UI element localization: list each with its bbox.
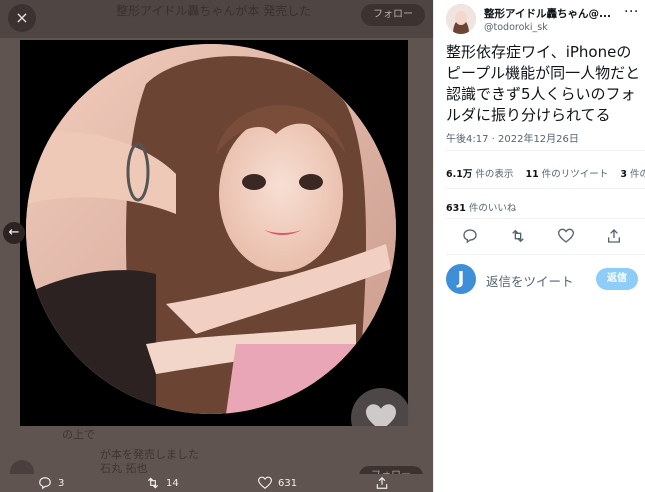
- media-image-frame: [20, 40, 411, 448]
- background-text: 整形アイドル轟ちゃんが本 発売した: [116, 4, 312, 18]
- retweet-icon: [147, 477, 159, 489]
- divider: [446, 150, 645, 151]
- retweet-count: 14: [166, 477, 179, 489]
- views-count: 6.1万: [446, 169, 473, 180]
- retweets-label[interactable]: 件のリツイート: [539, 169, 609, 180]
- photo-illustration: [26, 44, 396, 414]
- heart-outline-icon: [258, 476, 272, 489]
- media-viewer: × 整形アイドル轟ちゃんが本 発売した フォロー ← の上で が本を発売しました…: [0, 0, 433, 492]
- media-action-bar: 3 14 631: [0, 474, 433, 492]
- reply-icon[interactable]: [462, 228, 478, 244]
- quotes-count: 3: [620, 169, 627, 180]
- retweet-button[interactable]: 14: [146, 474, 179, 492]
- tweet-panel: 整形アイドル轟ちゃん@... @todoroki_sk ··· 整形依存症ワイ、…: [433, 0, 645, 492]
- previous-media-button[interactable]: ←: [3, 222, 25, 244]
- tweet-stats: 6.1万 件の表示 11 件のリツイート 3 件の引: [446, 166, 645, 180]
- divider: [446, 218, 645, 219]
- reply-count: 3: [58, 477, 65, 489]
- reply-button[interactable]: 3: [38, 474, 64, 492]
- retweet-icon[interactable]: [510, 228, 526, 244]
- arrow-left-icon: ←: [8, 225, 20, 240]
- share-button[interactable]: [375, 474, 389, 492]
- background-follow-button[interactable]: フォロー: [361, 4, 425, 26]
- author-display-name[interactable]: 整形アイドル轟ちゃん@...: [484, 6, 611, 21]
- share-icon: [376, 476, 388, 489]
- close-viewer-button[interactable]: ×: [8, 4, 36, 32]
- quotes-label[interactable]: 件の引: [627, 169, 645, 180]
- likes-count: 631: [446, 203, 466, 214]
- reply-composer: J 返信をツイート 返信: [446, 262, 645, 298]
- reply-input[interactable]: 返信をツイート: [486, 271, 574, 290]
- retweets-count: 11: [525, 169, 539, 180]
- heart-icon[interactable]: [558, 228, 574, 244]
- tweet-text: 整形依存症ワイ、iPhoneのピープル機能が同一人物だと認識できず5人くらいのフ…: [446, 43, 641, 124]
- reply-submit-button[interactable]: 返信: [596, 268, 638, 290]
- tweet-author: 整形アイドル轟ちゃん@... @todoroki_sk ···: [446, 4, 645, 38]
- author-avatar[interactable]: [446, 4, 476, 34]
- divider: [446, 188, 645, 189]
- tweet-timestamp[interactable]: 午後4:17 · 2022年12月26日: [446, 130, 579, 145]
- share-icon[interactable]: [606, 228, 622, 244]
- close-icon: ×: [15, 8, 29, 27]
- divider: [446, 254, 645, 255]
- likes-label: 件のいいね: [465, 203, 517, 214]
- views-label: 件の表示: [472, 169, 514, 180]
- reply-icon: [39, 477, 51, 490]
- more-options-button[interactable]: ···: [624, 4, 639, 20]
- like-button[interactable]: 631: [258, 474, 297, 492]
- media-image: [26, 44, 396, 414]
- like-count: 631: [278, 477, 298, 489]
- likes-stat[interactable]: 631 件のいいね: [446, 200, 516, 214]
- background-text-2: の上で: [62, 428, 95, 441]
- avatar-image: [446, 4, 476, 34]
- author-handle[interactable]: @todoroki_sk: [484, 22, 548, 33]
- background-header: × 整形アイドル轟ちゃんが本 発売した フォロー: [0, 0, 433, 38]
- current-user-avatar: J: [446, 264, 476, 294]
- tweet-actions: [446, 226, 645, 246]
